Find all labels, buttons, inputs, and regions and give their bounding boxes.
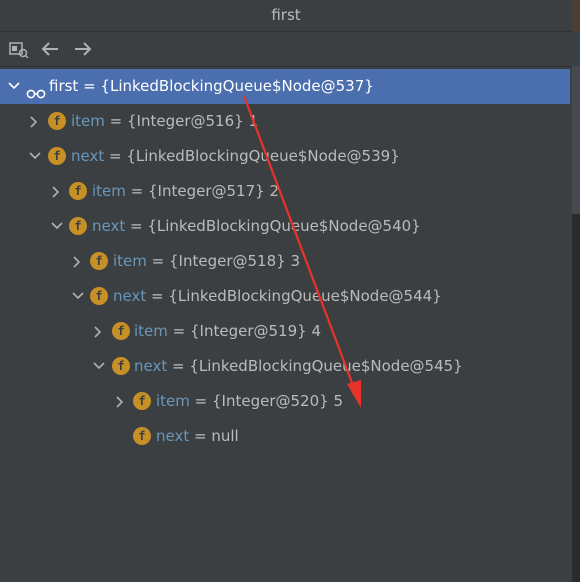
tree-row-next[interactable]: f next = {LinkedBlockingQueue$Node@545} bbox=[0, 349, 572, 384]
field-icon: f bbox=[48, 112, 66, 130]
variable-value: {LinkedBlockingQueue$Node@540} bbox=[147, 217, 421, 235]
chevron-right-icon[interactable] bbox=[71, 244, 85, 279]
chevron-right-icon[interactable] bbox=[114, 384, 128, 419]
variable-value: {Integer@516} 1 bbox=[127, 112, 258, 130]
equals-sign: = bbox=[167, 357, 190, 375]
variable-value: {Integer@520} 5 bbox=[212, 392, 343, 410]
equals-sign: = bbox=[104, 112, 127, 130]
field-icon: f bbox=[69, 182, 87, 200]
window-title: first bbox=[0, 0, 572, 32]
tree-row-item[interactable]: f item = {Integer@520} 5 bbox=[0, 384, 572, 419]
chevron-right-icon[interactable] bbox=[92, 314, 106, 349]
field-icon: f bbox=[90, 287, 108, 305]
field-icon: f bbox=[112, 357, 130, 375]
variable-name: next bbox=[113, 287, 147, 305]
variable-name: item bbox=[113, 252, 147, 270]
variable-value: {LinkedBlockingQueue$Node@545} bbox=[189, 357, 463, 375]
tree-row-item[interactable]: f item = {Integer@518} 3 bbox=[0, 244, 572, 279]
toolbar bbox=[0, 32, 572, 67]
field-icon: f bbox=[69, 217, 87, 235]
forward-arrow-icon[interactable] bbox=[73, 40, 93, 58]
variable-name: next bbox=[156, 427, 190, 445]
background-window-strip bbox=[572, 0, 580, 582]
equals-sign: = bbox=[189, 427, 212, 445]
variable-value: {Integer@519} 4 bbox=[190, 322, 321, 340]
back-arrow-icon[interactable] bbox=[40, 40, 60, 58]
variable-name: item bbox=[134, 322, 168, 340]
equals-sign: = bbox=[78, 77, 101, 95]
tree-row-next[interactable]: f next = {LinkedBlockingQueue$Node@539} bbox=[0, 139, 572, 174]
field-icon: f bbox=[48, 147, 66, 165]
variable-name: item bbox=[92, 182, 126, 200]
tree-row-next[interactable]: f next = null bbox=[0, 419, 572, 454]
equals-sign: = bbox=[104, 147, 127, 165]
variable-name: item bbox=[71, 112, 105, 130]
equals-sign: = bbox=[189, 392, 212, 410]
equals-sign: = bbox=[167, 322, 190, 340]
field-icon: f bbox=[133, 427, 151, 445]
chevron-right-icon[interactable] bbox=[50, 174, 64, 209]
equals-sign: = bbox=[125, 217, 148, 235]
chevron-down-icon[interactable] bbox=[71, 279, 85, 314]
tree-row-item[interactable]: f item = {Integer@519} 4 bbox=[0, 314, 572, 349]
chevron-down-icon[interactable] bbox=[28, 139, 42, 174]
tree-row-next[interactable]: f next = {LinkedBlockingQueue$Node@544} bbox=[0, 279, 572, 314]
variable-name: next bbox=[71, 147, 105, 165]
watch-glasses-icon bbox=[26, 79, 46, 99]
tree-row-item[interactable]: f item = {Integer@517} 2 bbox=[0, 174, 572, 209]
tree-row-item[interactable]: f item = {Integer@516} 1 bbox=[0, 104, 572, 139]
field-icon: f bbox=[90, 252, 108, 270]
variable-name: next bbox=[92, 217, 126, 235]
chevron-down-icon[interactable] bbox=[50, 209, 64, 244]
equals-sign: = bbox=[146, 252, 169, 270]
field-icon: f bbox=[133, 392, 151, 410]
chevron-down-icon[interactable] bbox=[92, 349, 106, 384]
variable-value: {LinkedBlockingQueue$Node@537} bbox=[100, 77, 374, 95]
variable-value: {Integer@518} 3 bbox=[169, 252, 300, 270]
variables-tree: first = {LinkedBlockingQueue$Node@537} f… bbox=[0, 68, 572, 582]
variable-name: item bbox=[156, 392, 190, 410]
equals-sign: = bbox=[146, 287, 169, 305]
variable-value: {LinkedBlockingQueue$Node@544} bbox=[168, 287, 442, 305]
variable-name: next bbox=[134, 357, 168, 375]
field-icon: f bbox=[112, 322, 130, 340]
variable-value: {Integer@517} 2 bbox=[148, 182, 279, 200]
evaluate-icon[interactable] bbox=[9, 40, 29, 59]
variable-value: {LinkedBlockingQueue$Node@539} bbox=[126, 147, 400, 165]
variable-name: first bbox=[49, 77, 79, 95]
equals-sign: = bbox=[125, 182, 148, 200]
chevron-right-icon[interactable] bbox=[28, 104, 42, 139]
chevron-down-icon[interactable] bbox=[7, 69, 21, 104]
variable-value: null bbox=[211, 427, 239, 445]
tree-row-next[interactable]: f next = {LinkedBlockingQueue$Node@540} bbox=[0, 209, 572, 244]
tree-row-first[interactable]: first = {LinkedBlockingQueue$Node@537} bbox=[0, 69, 570, 104]
